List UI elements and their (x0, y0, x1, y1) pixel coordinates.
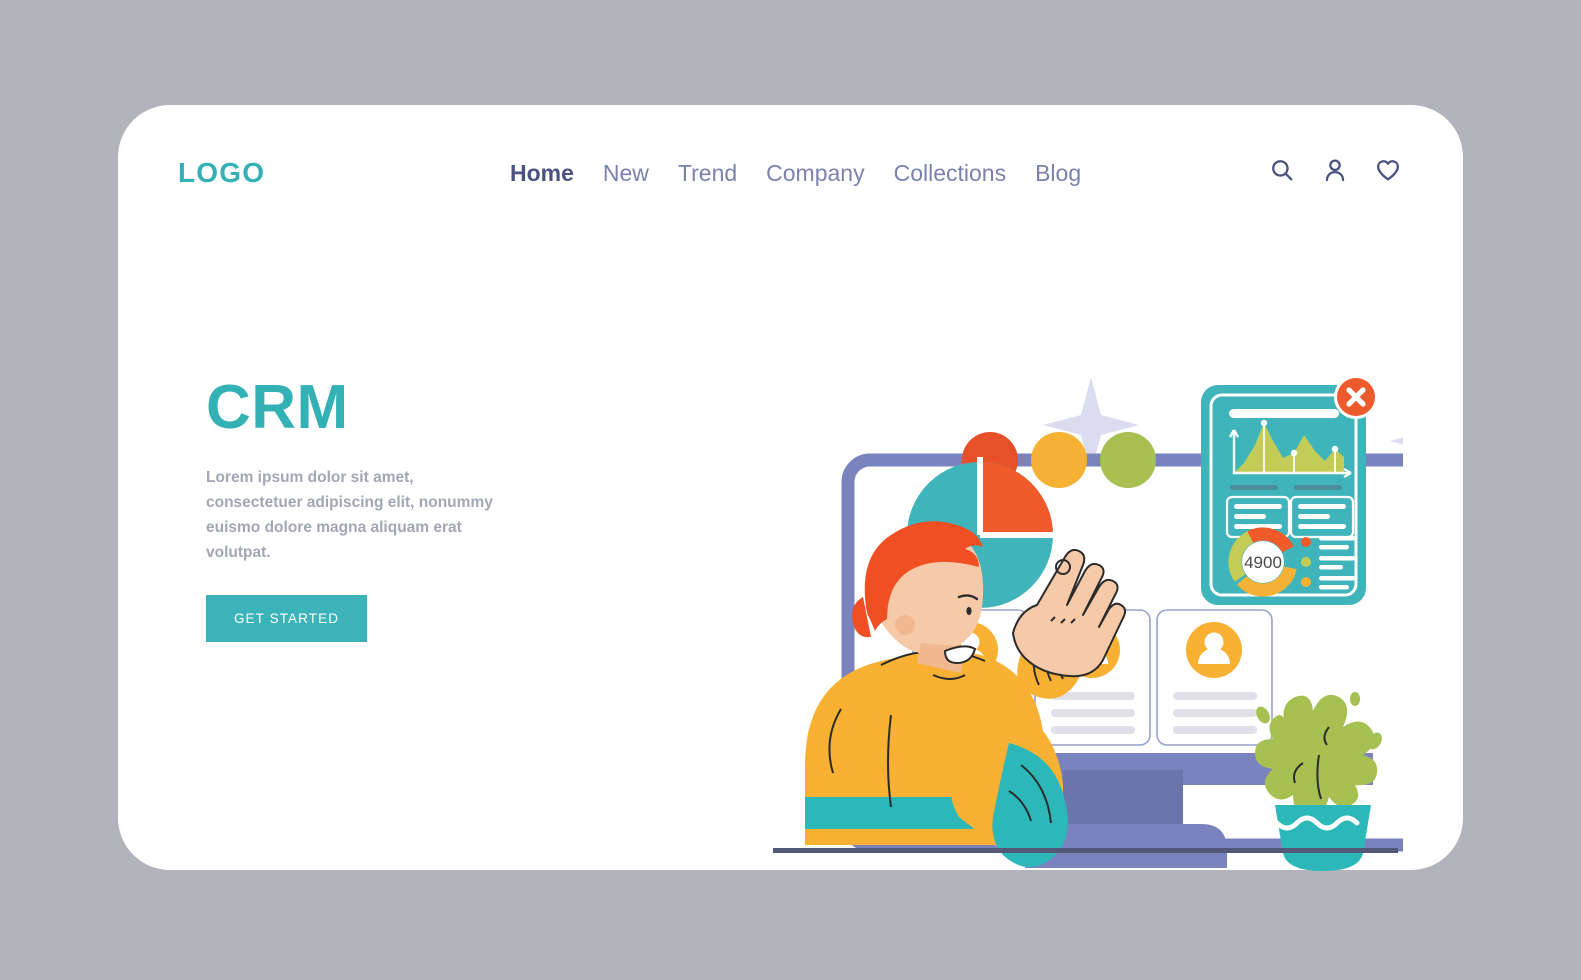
hero-paragraph: Lorem ipsum dolor sit amet, consectetuer… (206, 469, 493, 562)
landing-card: LOGO Home New Trend Company Collections … (118, 105, 1463, 871)
ground-line (773, 848, 1398, 853)
nav-item-new[interactable]: New (603, 160, 649, 187)
get-started-button[interactable]: GET STARTED (206, 595, 367, 643)
logo[interactable]: LOGO (178, 157, 265, 189)
nav-item-collections[interactable]: Collections (894, 160, 1007, 187)
status-dot-amber (1031, 432, 1087, 488)
nav-item-trend[interactable]: Trend (678, 160, 737, 187)
page-title: CRM (206, 373, 349, 442)
search-icon[interactable] (1269, 157, 1295, 183)
header-icon-group (1269, 157, 1401, 183)
main-navigation: Home New Trend Company Collections Blog (510, 160, 1081, 187)
heart-icon[interactable] (1375, 157, 1401, 183)
gauge-value: 4900 (1244, 553, 1282, 572)
report-card: 4900 (1201, 385, 1366, 605)
user-icon[interactable] (1322, 157, 1348, 183)
nav-item-company[interactable]: Company (766, 160, 864, 187)
contact-card (1156, 609, 1273, 746)
page-root: LOGO Home New Trend Company Collections … (0, 0, 1581, 980)
status-dot-olive (1100, 432, 1156, 488)
hero-section: CRM Lorem ipsum dolor sit amet, consecte… (206, 373, 626, 643)
close-badge[interactable] (1334, 375, 1378, 419)
nav-item-home[interactable]: Home (510, 160, 574, 187)
nav-item-blog[interactable]: Blog (1035, 160, 1081, 187)
crm-dashboard-illustration: 4900 (763, 245, 1403, 875)
